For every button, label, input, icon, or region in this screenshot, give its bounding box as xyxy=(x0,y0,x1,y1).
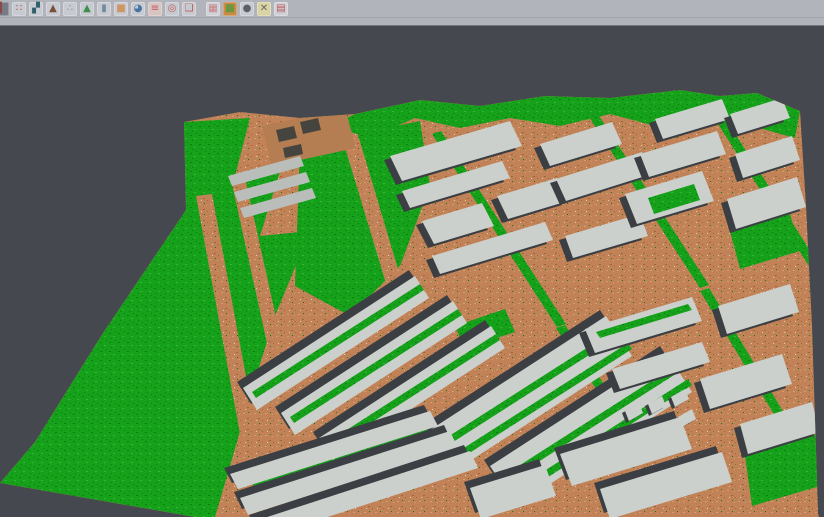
red-ring-icon[interactable]: ◎ xyxy=(165,2,179,16)
colormap-icon[interactable]: ▩ xyxy=(223,2,237,16)
toolbar: ▌∷▞▲∴▲▮■◕≡◎❏▦▩●✕▤ xyxy=(0,0,824,26)
ortho-square-icon[interactable]: ■ xyxy=(114,2,128,16)
scatter-teal-icon[interactable]: ▞ xyxy=(29,2,43,16)
dark-sphere-icon[interactable]: ● xyxy=(240,2,254,16)
points-gray-icon[interactable]: ∴ xyxy=(63,2,77,16)
point-cloud-render xyxy=(0,26,824,517)
profile-bar-icon[interactable]: ▮ xyxy=(97,2,111,16)
red-stripes-icon[interactable]: ▤ xyxy=(274,2,288,16)
yellow-close-icon[interactable]: ✕ xyxy=(257,2,271,16)
terrain-brown-icon[interactable]: ▲ xyxy=(46,2,60,16)
toolbar-separator xyxy=(199,2,206,16)
3d-viewport[interactable] xyxy=(0,26,824,517)
red-lines-icon[interactable]: ≡ xyxy=(148,2,162,16)
scatter-red-icon[interactable]: ∷ xyxy=(12,2,26,16)
red-dashed-square-icon[interactable]: ▦ xyxy=(206,2,220,16)
red-brackets-icon[interactable]: ❏ xyxy=(182,2,196,16)
cropped-edge-icon[interactable]: ▌ xyxy=(0,2,9,16)
toolbar-icon-row: ▌∷▞▲∴▲▮■◕≡◎❏▦▩●✕▤ xyxy=(0,0,824,18)
globe-icon[interactable]: ◕ xyxy=(131,2,145,16)
app-window: { "window": { "toolbar": { "bg": "#b1b4b… xyxy=(0,0,824,517)
terrain-green-icon[interactable]: ▲ xyxy=(80,2,94,16)
